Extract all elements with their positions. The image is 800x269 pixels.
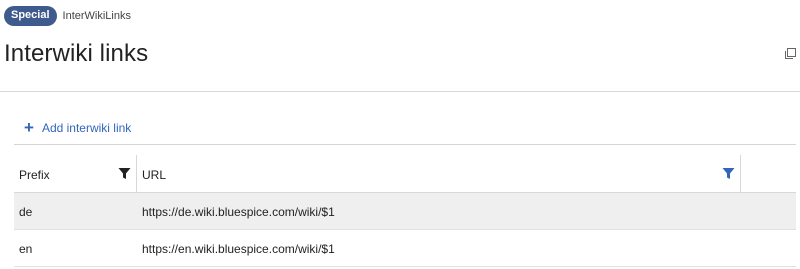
grid-toolbar: + Add interwiki link <box>14 114 796 145</box>
column-header-url[interactable]: URL <box>137 155 741 193</box>
add-interwiki-link-label: Add interwiki link <box>41 121 132 135</box>
table-row[interactable]: en https://en.wiki.bluespice.com/wiki/$1 <box>14 230 796 267</box>
cell-url: https://de.wiki.bluespice.com/wiki/$1 <box>142 205 335 219</box>
plus-icon: + <box>24 118 34 137</box>
interwiki-grid: Prefix URL de https://de.wiki.bluespice.… <box>14 155 796 267</box>
breadcrumb-page[interactable]: InterWikiLinks <box>63 10 131 22</box>
page: Special InterWikiLinks Interwiki links +… <box>0 0 800 269</box>
expand-icon[interactable] <box>785 46 796 59</box>
column-header-prefix[interactable]: Prefix <box>14 155 137 193</box>
column-label-url: URL <box>142 168 167 182</box>
breadcrumb: Special InterWikiLinks <box>4 6 131 26</box>
namespace-badge[interactable]: Special <box>4 6 57 26</box>
filter-active-icon[interactable] <box>722 167 735 180</box>
page-title: Interwiki links <box>4 40 149 67</box>
filter-icon[interactable] <box>118 167 131 180</box>
column-label-prefix: Prefix <box>19 168 50 182</box>
cell-url: https://en.wiki.bluespice.com/wiki/$1 <box>142 242 335 256</box>
cell-prefix: de <box>19 205 33 219</box>
add-interwiki-link-button[interactable]: + Add interwiki link <box>24 118 132 137</box>
title-divider <box>0 91 800 92</box>
cell-prefix: en <box>19 242 33 256</box>
table-row[interactable]: de https://de.wiki.bluespice.com/wiki/$1 <box>14 193 796 230</box>
grid-header: Prefix URL <box>14 155 796 193</box>
